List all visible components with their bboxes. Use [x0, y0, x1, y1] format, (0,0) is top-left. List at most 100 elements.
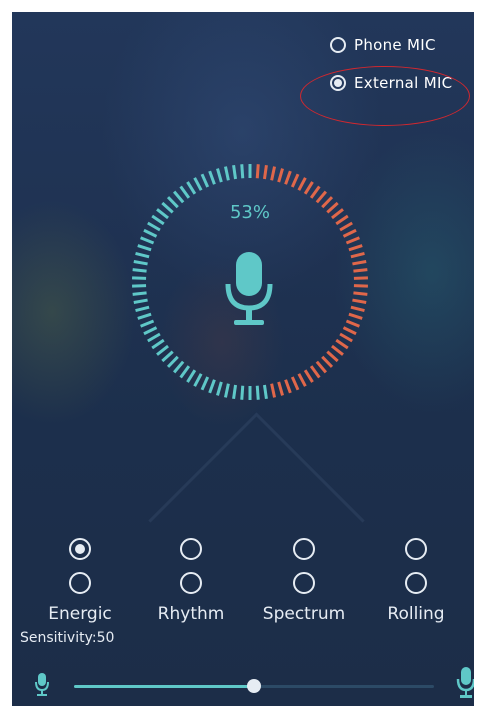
gauge-tick [350, 305, 365, 313]
mode-rolling-radio-top[interactable] [405, 538, 427, 560]
gauge-tick [321, 196, 334, 209]
gauge-tick [326, 350, 339, 363]
gauge-tick [186, 369, 197, 383]
gauge-tick [143, 326, 158, 336]
gauge-tick [262, 384, 268, 400]
mode-spectrum[interactable]: Spectrum [244, 538, 364, 624]
gauge-tick [173, 360, 185, 374]
level-percent: 53% [229, 202, 270, 223]
gauge-tick [208, 379, 216, 394]
gauge-tick [200, 376, 210, 391]
gauge-tick [143, 228, 158, 238]
mode-rhythm-radio-top[interactable] [180, 538, 202, 560]
mode-energic-radio-bottom[interactable] [69, 572, 91, 594]
sensitivity-slider[interactable] [74, 679, 434, 693]
gauge-tick [326, 201, 339, 214]
gauge-tick [135, 251, 150, 259]
gauge-tick [315, 360, 327, 374]
gauge-tick [297, 177, 307, 191]
gauge-tick [321, 355, 334, 368]
gauge-tick [240, 385, 245, 400]
gauge-tick [133, 260, 148, 266]
mode-energic-label: Energic [48, 604, 112, 624]
mode-rolling-radio-bottom[interactable] [405, 572, 427, 594]
mode-energic-radio-top[interactable] [69, 538, 91, 560]
gauge-tick [133, 298, 148, 304]
gauge-tick [135, 305, 150, 313]
microphone-small-icon [35, 673, 49, 696]
gauge-tick [166, 196, 179, 209]
gauge-tick [309, 365, 321, 379]
mode-spectrum-radio-bottom[interactable] [293, 572, 315, 594]
mode-spectrum-radio-top[interactable] [293, 538, 315, 560]
phone-mic-option[interactable]: Phone MIC [330, 36, 436, 54]
gauge-tick [345, 319, 360, 328]
gauge-tick [255, 385, 260, 400]
gauge-tick [161, 201, 174, 214]
mode-spectrum-label: Spectrum [262, 604, 346, 624]
gauge-tick [137, 244, 152, 252]
gauge-tick [339, 332, 353, 343]
mode-rolling[interactable]: Rolling [356, 538, 474, 624]
gauge-tick [353, 291, 368, 296]
gauge-tick [348, 312, 363, 320]
gauge-tick [348, 244, 363, 252]
gauge-tick [297, 373, 307, 387]
gauge-tick [309, 185, 321, 199]
microphone-large-icon [456, 667, 474, 698]
sensitivity-slider-thumb[interactable] [247, 679, 261, 693]
gauge-tick [166, 355, 179, 368]
mode-rhythm[interactable]: Rhythm [131, 538, 251, 624]
gauge-tick [137, 312, 152, 320]
gauge-tick [132, 268, 147, 273]
phone-mic-radio[interactable] [330, 37, 346, 53]
gauge-tick [147, 332, 161, 343]
phone-mic-label: Phone MIC [354, 36, 436, 54]
gauge-tick [315, 190, 327, 204]
gauge-tick [193, 177, 203, 191]
mode-rolling-label: Rolling [387, 604, 445, 624]
gauge-tick [140, 319, 155, 328]
mode-energic[interactable]: Energic [20, 538, 140, 624]
app-screen: Phone MIC External MIC 53% Energic Rhyth… [12, 12, 474, 706]
gauge-tick [290, 376, 300, 391]
gauge-tick [140, 236, 155, 245]
gauge-tick [223, 383, 230, 398]
annotation-ellipse [300, 66, 470, 126]
gauge-tick [339, 221, 353, 232]
gauge-tick [132, 291, 147, 296]
gauge-tick [200, 173, 210, 188]
gauge-tick [270, 166, 277, 181]
gauge-tick [277, 168, 284, 183]
gauge-tick [179, 365, 191, 379]
gauge-tick [223, 166, 230, 181]
gauge-tick [232, 164, 238, 180]
gauge-tick [161, 350, 174, 363]
gauge-tick [216, 168, 223, 183]
gauge-tick [156, 344, 169, 356]
sensitivity-slider-fill [74, 685, 254, 688]
sensitivity-label: Sensitivity:50 [20, 630, 115, 646]
gauge-tick [208, 170, 216, 185]
gauge-tick [179, 185, 191, 199]
gauge-tick [352, 260, 367, 266]
gauge-tick [331, 208, 344, 220]
gauge-tick [290, 173, 300, 188]
gauge-tick [151, 214, 165, 226]
gauge-tick [335, 338, 349, 350]
gauge-tick [284, 170, 292, 185]
gauge-tick [270, 383, 277, 398]
gauge-tick [186, 181, 197, 195]
gauge-tick [147, 221, 161, 232]
gauge-tick [303, 181, 314, 195]
gauge-tick [331, 344, 344, 356]
gauge-tick [342, 326, 357, 336]
gauge-tick [156, 208, 169, 220]
microphone-icon[interactable] [222, 250, 276, 330]
gauge-tick [216, 381, 223, 396]
gauge-tick [303, 369, 314, 383]
gauge-tick [342, 228, 357, 238]
gauge-tick [284, 379, 292, 394]
mode-rhythm-radio-bottom[interactable] [180, 572, 202, 594]
gauge-tick [345, 236, 360, 245]
